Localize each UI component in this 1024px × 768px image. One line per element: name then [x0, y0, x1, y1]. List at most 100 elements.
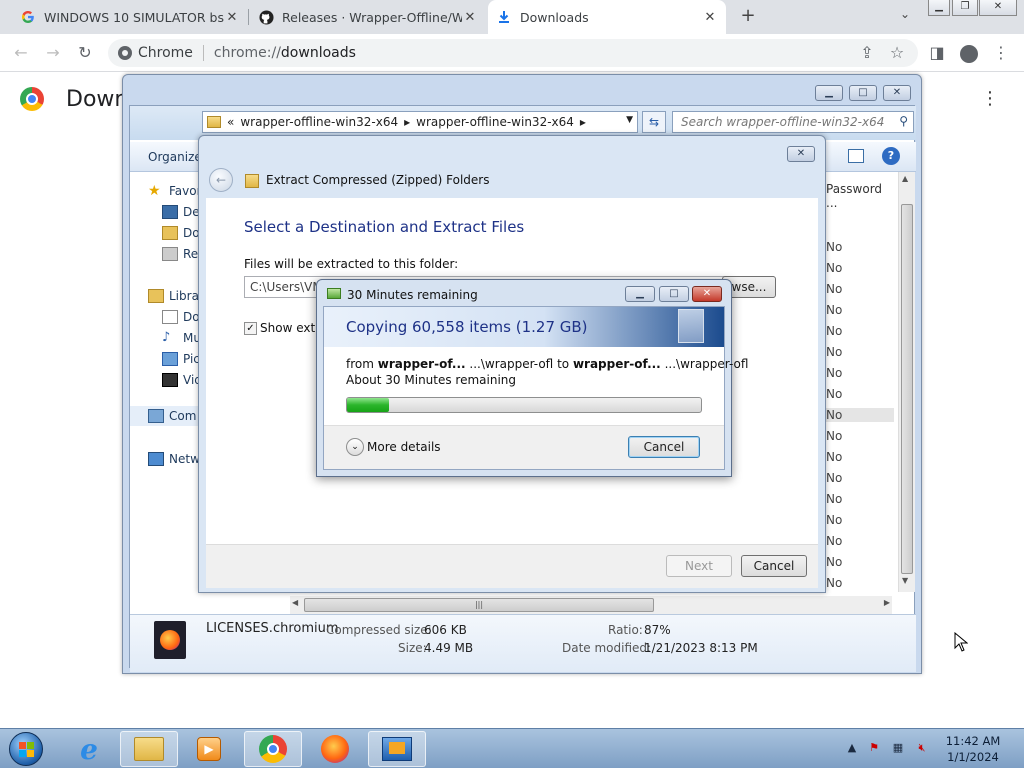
- clock-date: 1/1/2024: [947, 750, 999, 764]
- breadcrumb-overflow[interactable]: «: [227, 115, 234, 129]
- help-icon[interactable]: ?: [882, 147, 900, 165]
- scrollbar-thumb[interactable]: |||: [304, 598, 654, 612]
- copy-maximize-button[interactable]: □: [659, 286, 689, 302]
- nav-pictures[interactable]: Pic: [162, 352, 200, 366]
- copy-close-button[interactable]: ✕: [692, 286, 722, 302]
- breadcrumb-segment[interactable]: wrapper-offline-win32-x64: [416, 115, 574, 129]
- close-tab-icon[interactable]: ✕: [224, 10, 240, 25]
- reload-icon[interactable]: ↻: [74, 42, 96, 64]
- chrome-icon[interactable]: [244, 731, 302, 767]
- forward-icon[interactable]: →: [42, 42, 64, 64]
- wizard-back-icon[interactable]: ←: [209, 168, 233, 192]
- videos-icon: [162, 373, 178, 387]
- preview-pane-icon[interactable]: [848, 149, 864, 163]
- address-bar[interactable]: Chrome chrome://downloads: [108, 39, 918, 67]
- refresh-icon[interactable]: ⇆: [642, 111, 666, 133]
- side-panel-icon[interactable]: ◨: [926, 42, 948, 64]
- show-hidden-icons-chevron[interactable]: ▲: [844, 741, 860, 757]
- compressed-size-label: Compressed size:: [326, 623, 432, 637]
- copy-animation-icon: [678, 309, 704, 343]
- breadcrumb-segment[interactable]: wrapper-offline-win32-x64: [240, 115, 398, 129]
- firefox-icon[interactable]: [306, 731, 364, 767]
- profile-avatar-icon[interactable]: [958, 42, 980, 64]
- selected-file-name: LICENSES.chromium: [206, 621, 339, 636]
- password-value-cell: No: [826, 471, 843, 485]
- wizard-close-button[interactable]: ✕: [787, 146, 815, 162]
- chrome-logo-icon: [20, 87, 44, 111]
- back-icon[interactable]: ←: [10, 42, 32, 64]
- restore-window-button[interactable]: ❐: [952, 0, 978, 16]
- file-explorer-icon[interactable]: [120, 731, 178, 767]
- nav-favorites[interactable]: ★ Favor: [148, 184, 202, 198]
- bookmark-star-icon[interactable]: ☆: [886, 42, 908, 64]
- tab-strip: WINDOWS 10 SIMULATOR bsod ✕ Releases · W…: [0, 0, 1024, 34]
- search-input[interactable]: Search wrapper-offline-win32-x64 ⚲: [672, 111, 914, 133]
- column-header-password[interactable]: Password ...: [826, 182, 894, 210]
- chrome-icon: [118, 46, 132, 60]
- omnibox-chip: Chrome: [138, 45, 193, 61]
- pictures-icon: [162, 352, 178, 366]
- progress-fill: [347, 398, 390, 412]
- volume-muted-icon[interactable]: 🔇︎: [914, 741, 930, 757]
- firefox-file-icon: [154, 621, 186, 659]
- downloads-menu-icon[interactable]: ⋮: [980, 88, 1000, 110]
- nav-videos[interactable]: Vid: [162, 373, 202, 387]
- wizard-cancel-button[interactable]: Cancel: [741, 555, 807, 577]
- minimize-window-button[interactable]: ▁: [928, 0, 950, 16]
- downloads-folder-icon: [162, 226, 178, 240]
- more-details-toggle[interactable]: ⌄ More details: [346, 438, 441, 456]
- system-clock[interactable]: 11:42 AM 1/1/2024: [936, 733, 1010, 765]
- start-orb-icon[interactable]: [0, 731, 52, 767]
- expand-chevron-icon: ⌄: [346, 438, 364, 456]
- scroll-down-icon[interactable]: ▼: [902, 576, 908, 585]
- password-value-cell: No: [826, 261, 843, 275]
- date-modified-label: Date modified:: [562, 641, 652, 655]
- computer-icon: [148, 409, 164, 423]
- password-value-cell: No: [826, 513, 843, 527]
- show-extracted-checkbox[interactable]: ✓ Show extra: [244, 321, 327, 335]
- breadcrumb-arrow-icon[interactable]: ▸: [580, 115, 586, 129]
- scrollbar-thumb[interactable]: [901, 204, 913, 574]
- close-tab-icon[interactable]: ✕: [462, 10, 478, 25]
- copy-minimize-button[interactable]: ▁: [625, 286, 655, 302]
- scroll-left-icon[interactable]: ◀: [292, 598, 298, 607]
- tab-windows-simulator[interactable]: WINDOWS 10 SIMULATOR bsod ✕: [12, 0, 248, 34]
- remote-desktop-icon[interactable]: [368, 731, 426, 767]
- chevron-down-icon[interactable]: ⌄: [896, 7, 914, 25]
- internet-explorer-icon[interactable]: e: [60, 731, 118, 767]
- downloads-page-title: Down: [20, 84, 128, 114]
- tab-downloads[interactable]: Downloads ✕: [488, 0, 726, 34]
- password-value-cell: No: [826, 576, 843, 590]
- next-button[interactable]: Next: [666, 555, 732, 577]
- scroll-up-icon[interactable]: ▲: [902, 174, 908, 183]
- action-center-flag-icon[interactable]: ⚑: [866, 741, 882, 757]
- clock-time: 11:42 AM: [945, 734, 1001, 748]
- copy-dialog-icon: [327, 288, 341, 299]
- nav-music[interactable]: ♪ Mu: [162, 331, 201, 346]
- new-tab-icon[interactable]: +: [738, 6, 758, 26]
- address-dropdown-icon[interactable]: ▼: [626, 115, 633, 125]
- close-window-button[interactable]: ✕: [979, 0, 1017, 16]
- copy-heading: Copying 60,558 items (1.27 GB): [346, 318, 588, 336]
- breadcrumb-arrow-icon[interactable]: ▸: [404, 115, 410, 129]
- password-value-cell: No: [826, 429, 843, 443]
- copy-cancel-button[interactable]: Cancel: [628, 436, 700, 458]
- share-icon[interactable]: ⇪: [856, 42, 878, 64]
- zip-folder-icon: [245, 174, 259, 188]
- nav-computer[interactable]: Com: [130, 406, 202, 426]
- ratio-value: 87%: [644, 623, 671, 637]
- organize-button[interactable]: Organize: [148, 150, 202, 164]
- password-values-list: No No No No No No No No No No No No No No No No No: [822, 240, 902, 600]
- nav-network[interactable]: Netw: [148, 452, 200, 466]
- address-breadcrumb[interactable]: « wrapper-offline-win32-x64 ▸ wrapper-of…: [202, 111, 638, 133]
- tab-title: WINDOWS 10 SIMULATOR bsod: [44, 9, 224, 25]
- nav-libraries[interactable]: Libra: [148, 289, 199, 303]
- media-player-icon[interactable]: ▶: [180, 731, 238, 767]
- horizontal-scrollbar[interactable]: ◀ ||| ▶: [290, 596, 892, 614]
- wizard-footer: Next Cancel: [206, 544, 818, 588]
- menu-kebab-icon[interactable]: ⋮: [990, 42, 1012, 64]
- close-tab-icon[interactable]: ✕: [702, 10, 718, 25]
- date-modified-value: 1/21/2023 8:13 PM: [644, 641, 758, 655]
- network-tray-icon[interactable]: ▦: [890, 741, 906, 757]
- tab-github-releases[interactable]: Releases · Wrapper-Offline/Wrap ✕: [250, 0, 486, 34]
